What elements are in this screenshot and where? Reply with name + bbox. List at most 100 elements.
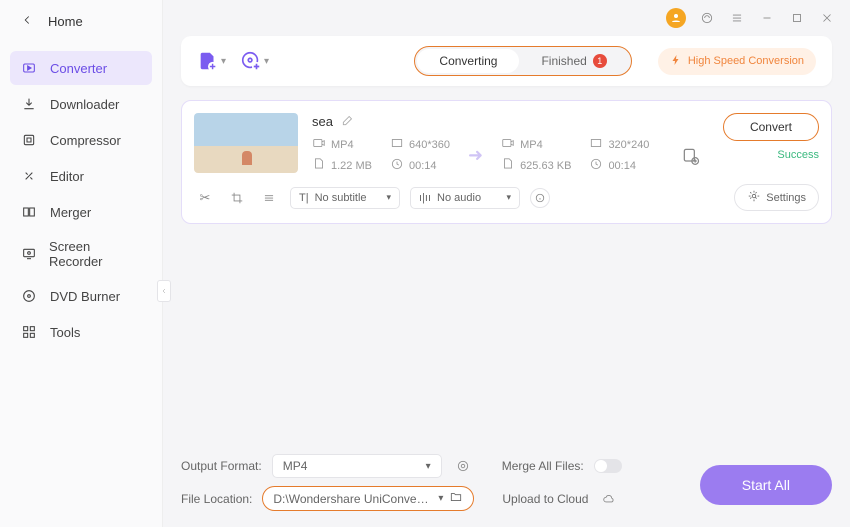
subtitle-icon: T| xyxy=(299,192,309,204)
sidebar-item-label: Converter xyxy=(50,61,107,76)
file-card: sea MP4 1.22 MB 640*360 00:14 ➜ xyxy=(181,100,832,224)
dvd-icon xyxy=(20,287,38,305)
arrow-right-icon: ➜ xyxy=(468,145,483,166)
sidebar-item-label: Screen Recorder xyxy=(49,239,142,269)
sidebar: Home Converter Downloader Compressor Edi… xyxy=(0,0,163,527)
main-panel: ▾ ▾ Converting Finished 1 High Speed Con… xyxy=(163,0,850,527)
finished-badge: 1 xyxy=(593,54,607,68)
gear-icon xyxy=(747,189,761,206)
resolution-icon xyxy=(390,136,404,153)
file-location-label: File Location: xyxy=(181,492,252,506)
speed-label: High Speed Conversion xyxy=(688,55,804,67)
chevron-down-icon: ▾ xyxy=(426,461,431,472)
dst-res: 320*240 xyxy=(608,139,649,151)
support-icon[interactable] xyxy=(698,9,716,27)
minimize-icon[interactable] xyxy=(758,9,776,27)
trim-icon[interactable]: ✂ xyxy=(194,187,216,209)
output-format-select[interactable]: MP4 ▾ xyxy=(272,454,442,478)
add-dvd-button[interactable]: ▾ xyxy=(240,50,269,72)
chevron-left-icon xyxy=(20,13,34,30)
collapse-sidebar-button[interactable] xyxy=(157,280,171,302)
sidebar-item-label: DVD Burner xyxy=(50,289,120,304)
editor-icon xyxy=(20,167,38,185)
src-res: 640*360 xyxy=(409,139,450,151)
chevron-down-icon: ▾ xyxy=(438,493,443,504)
tab-finished[interactable]: Finished 1 xyxy=(519,49,628,73)
effects-icon[interactable] xyxy=(258,187,280,209)
chevron-down-icon: ▾ xyxy=(506,192,511,203)
sidebar-item-screen-recorder[interactable]: Screen Recorder xyxy=(10,231,152,277)
content-area: ▾ ▾ Converting Finished 1 High Speed Con… xyxy=(163,36,850,527)
src-format: MP4 xyxy=(331,139,354,151)
clock-icon xyxy=(390,157,404,174)
output-settings-icon[interactable] xyxy=(452,455,474,477)
sidebar-item-compressor[interactable]: Compressor xyxy=(10,123,152,157)
titlebar xyxy=(163,0,850,36)
file-location-select[interactable]: D:\Wondershare UniConverter 1 ▾ xyxy=(262,486,474,511)
file-icon xyxy=(501,157,515,174)
chevron-down-icon: ▾ xyxy=(386,192,391,203)
edit-title-icon[interactable] xyxy=(341,113,355,130)
audio-icon: ı|ıı xyxy=(419,192,431,204)
subtitle-select[interactable]: T| No subtitle ▾ xyxy=(290,187,400,209)
settings-button[interactable]: Settings xyxy=(734,184,819,211)
tools-icon xyxy=(20,323,38,341)
menu-icon[interactable] xyxy=(728,9,746,27)
clock-icon xyxy=(589,157,603,174)
sidebar-item-label: Editor xyxy=(50,169,84,184)
chevron-down-icon: ▾ xyxy=(264,56,269,67)
high-speed-chip[interactable]: High Speed Conversion xyxy=(658,48,816,75)
convert-button[interactable]: Convert xyxy=(723,113,819,141)
tab-converting[interactable]: Converting xyxy=(417,49,519,73)
add-file-button[interactable]: ▾ xyxy=(197,50,226,72)
status-tabs: Converting Finished 1 xyxy=(414,46,631,76)
chevron-down-icon: ▾ xyxy=(221,56,226,67)
home-link[interactable]: Home xyxy=(0,0,162,43)
sidebar-item-dvd-burner[interactable]: DVD Burner xyxy=(10,279,152,313)
sidebar-item-downloader[interactable]: Downloader xyxy=(10,87,152,121)
sidebar-item-label: Compressor xyxy=(50,133,121,148)
merge-label: Merge All Files: xyxy=(502,459,584,473)
sidebar-item-merger[interactable]: Merger xyxy=(10,195,152,229)
merger-icon xyxy=(20,203,38,221)
audio-value: No audio xyxy=(437,192,481,204)
home-label: Home xyxy=(48,14,83,29)
cloud-icon[interactable] xyxy=(598,488,620,510)
dst-format: MP4 xyxy=(520,139,543,151)
sidebar-item-converter[interactable]: Converter xyxy=(10,51,152,85)
toolbar: ▾ ▾ Converting Finished 1 High Speed Con… xyxy=(181,36,832,86)
subtitle-value: No subtitle xyxy=(315,192,367,204)
src-dur: 00:14 xyxy=(409,160,437,172)
sidebar-item-label: Merger xyxy=(50,205,91,220)
user-avatar[interactable] xyxy=(666,8,686,28)
merge-toggle[interactable] xyxy=(594,459,622,473)
output-format-label: Output Format: xyxy=(181,459,262,473)
sidebar-item-editor[interactable]: Editor xyxy=(10,159,152,193)
folder-icon[interactable] xyxy=(449,490,463,507)
settings-label: Settings xyxy=(766,192,806,204)
close-icon[interactable] xyxy=(818,9,836,27)
dst-dur: 00:14 xyxy=(608,160,636,172)
file-location-value: D:\Wondershare UniConverter 1 xyxy=(273,492,432,506)
tab-label: Finished xyxy=(541,54,586,68)
nav-list: Converter Downloader Compressor Editor M… xyxy=(0,43,162,359)
screen-recorder-icon xyxy=(20,245,37,263)
status-text: Success xyxy=(777,149,819,161)
sidebar-item-label: Downloader xyxy=(50,97,119,112)
file-icon xyxy=(312,157,326,174)
crop-icon[interactable] xyxy=(226,187,248,209)
sidebar-item-tools[interactable]: Tools xyxy=(10,315,152,349)
tab-label: Converting xyxy=(439,54,497,68)
download-icon xyxy=(20,95,38,113)
start-all-button[interactable]: Start All xyxy=(700,465,832,505)
resolution-icon xyxy=(589,136,603,153)
maximize-icon[interactable] xyxy=(788,9,806,27)
audio-select[interactable]: ı|ıı No audio ▾ xyxy=(410,187,520,209)
output-format-value: MP4 xyxy=(283,459,308,473)
output-preset-icon[interactable] xyxy=(681,146,699,164)
converter-icon xyxy=(20,59,38,77)
info-icon[interactable] xyxy=(530,188,550,208)
dst-size: 625.63 KB xyxy=(520,160,571,172)
bolt-icon xyxy=(670,54,682,69)
video-thumbnail[interactable] xyxy=(194,113,298,173)
